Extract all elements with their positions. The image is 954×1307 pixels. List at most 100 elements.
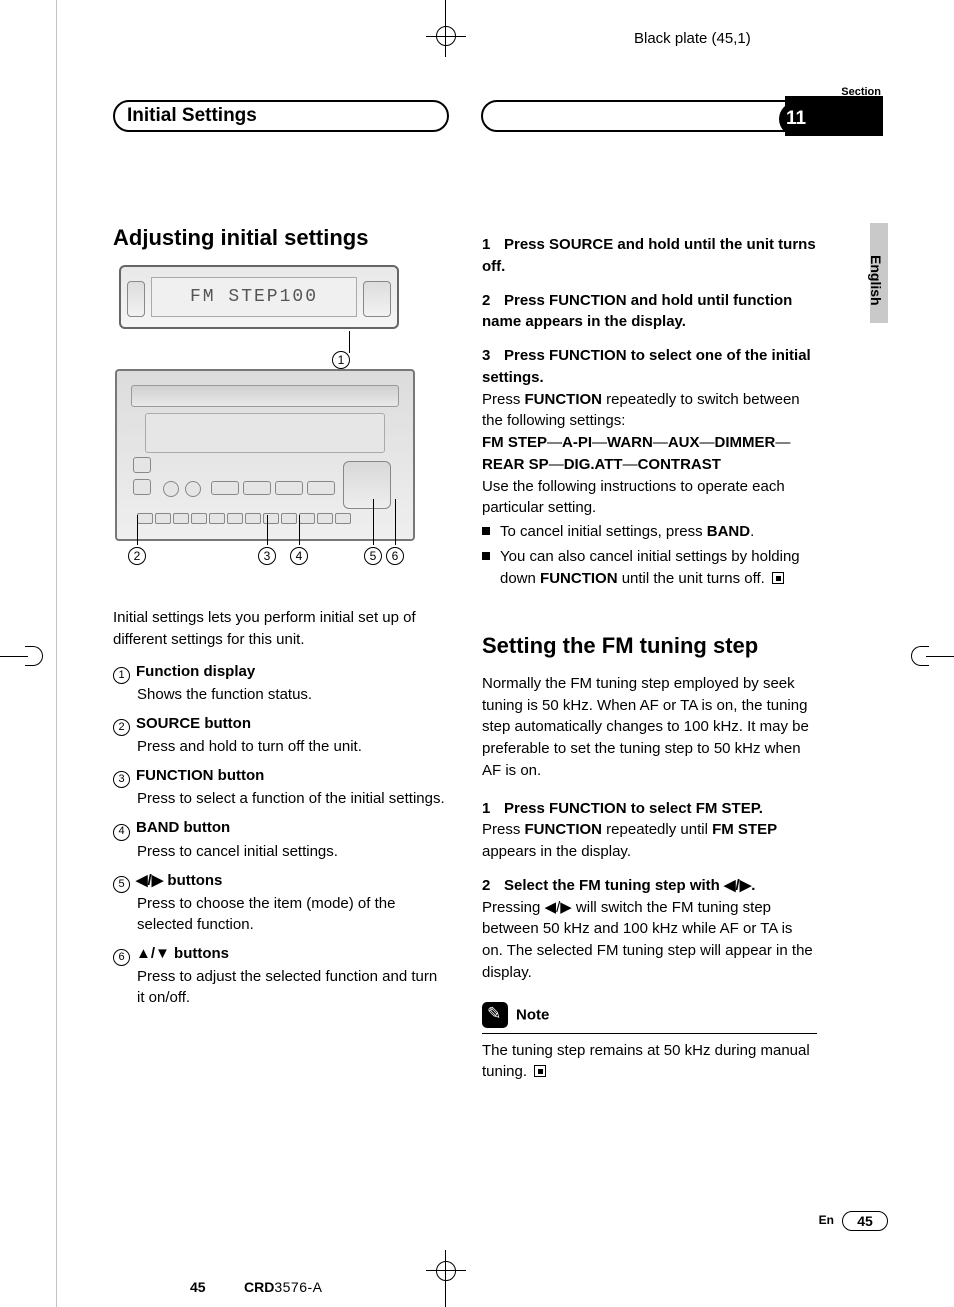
step-head: Press FUNCTION and hold until function n…: [482, 292, 792, 331]
step-num: 1: [482, 234, 504, 256]
fm-step-1: 1Press FUNCTION to select FM STEP. Press…: [482, 798, 817, 863]
unit-callouts: 2 3 4 5 6: [113, 545, 415, 585]
crop-mark: [926, 656, 954, 657]
registration-mark: [911, 646, 929, 666]
def-title: ◀/▶ buttons: [136, 872, 222, 889]
left-buttons-icon: [133, 457, 153, 501]
callout-6: 6: [386, 547, 404, 565]
step-num: 2: [482, 875, 504, 897]
def-num: 5: [113, 876, 130, 893]
step-head: Press SOURCE and hold until the unit tur…: [482, 236, 816, 275]
registration-mark: [25, 646, 43, 666]
step-head: Press FUNCTION to select FM STEP.: [504, 800, 763, 817]
lcd-readout: FM STEP100: [151, 277, 357, 317]
note-icon: [482, 1002, 508, 1028]
def-body: Press and hold to turn off the unit.: [137, 736, 448, 757]
def-title: FUNCTION button: [136, 767, 264, 784]
footer-model: CRD3576-A: [244, 1279, 323, 1295]
section-title: Initial Settings: [127, 105, 257, 127]
black-plate-label: Black plate (45,1): [634, 30, 751, 47]
def-title: SOURCE button: [136, 715, 251, 732]
def-num: 4: [113, 824, 130, 841]
step-2: 2Press FUNCTION and hold until function …: [482, 290, 817, 334]
footer-lang: En: [819, 1213, 834, 1227]
def-item: 2SOURCE button Press and hold to turn of…: [113, 713, 448, 757]
heading-adjusting: Adjusting initial settings: [113, 225, 448, 251]
callout-2: 2: [128, 547, 146, 565]
fm-step-2: 2Select the FM tuning step with ◀/▶. Pre…: [482, 875, 817, 984]
language-label: English: [868, 255, 884, 306]
unit-illustration-wrap: 2 3 4 5 6: [113, 369, 448, 541]
registration-mark: [436, 1261, 456, 1281]
callout-4: 4: [290, 547, 308, 565]
footer-page: 45: [857, 1213, 873, 1229]
callout-5: 5: [364, 547, 382, 565]
def-num: 3: [113, 771, 130, 788]
section-title-pill: Initial Settings: [113, 100, 449, 132]
step-body: Pressing ◀/▶ will switch the FM tuning s…: [482, 897, 817, 984]
knob-icon: [127, 281, 145, 317]
bullet-item: You can also cancel initial settings by …: [482, 546, 817, 591]
preset-buttons-icon: [137, 511, 393, 525]
unit-screen-icon: [145, 413, 385, 453]
divider: [482, 1033, 817, 1034]
step-num: 2: [482, 290, 504, 312]
definition-list: 1 Function display Shows the function sta…: [113, 661, 448, 1008]
def-body: Press to select a function of the initia…: [137, 788, 448, 809]
step-body: Press FUNCTION repeatedly to switch betw…: [482, 389, 817, 433]
def-item: 4 BAND button Press to cancel initial set…: [113, 817, 448, 861]
end-mark-icon: [534, 1065, 546, 1077]
crop-mark: [445, 17, 446, 57]
footer-page-oval: 45: [842, 1211, 888, 1231]
footer-left-page: 45: [190, 1279, 206, 1295]
def-item: 5 ◀/▶ buttons Press to choose the item (m…: [113, 870, 448, 935]
section-number-badge: 11: [779, 102, 813, 136]
crop-mark: [426, 1270, 466, 1271]
note-block: Note The tuning step remains at 50 kHz d…: [482, 1002, 817, 1084]
crop-mark: [426, 36, 466, 37]
settings-chain: FM STEP—A-PI—WARN—AUX—DIMMER—REAR SP—DIG…: [482, 432, 817, 476]
step-body: Press FUNCTION repeatedly until FM STEP …: [482, 819, 817, 863]
def-num: 6: [113, 949, 130, 966]
def-body: Press to adjust the selected function an…: [137, 966, 448, 1008]
def-title: ▲/▼ buttons: [136, 945, 229, 962]
section-number: 11: [786, 108, 806, 130]
def-body: Press to choose the item (mode) of the s…: [137, 893, 448, 935]
def-num: 1: [113, 667, 130, 684]
heading-fm-step: Setting the FM tuning step: [482, 633, 817, 659]
right-column: 1Press SOURCE and hold until the unit tu…: [482, 234, 817, 1083]
head-unit-illustration: [115, 369, 415, 541]
def-item: 6 ▲/▼ buttons Press to adjust the selecte…: [113, 943, 448, 1008]
step-body: Use the following instructions to operat…: [482, 476, 817, 520]
def-title: BAND button: [136, 819, 230, 836]
disc-slot-icon: [131, 385, 399, 407]
mid-buttons-icon: [163, 481, 339, 502]
note-body: The tuning step remains at 50 kHz during…: [482, 1040, 817, 1084]
def-item: 1 Function display Shows the function sta…: [113, 661, 448, 705]
def-title: Function display: [136, 663, 255, 680]
step-3: 3Press FUNCTION to select one of the ini…: [482, 345, 817, 591]
section-header: Initial Settings Section 11: [113, 94, 888, 138]
margin-line: [56, 0, 57, 1307]
crop-mark: [445, 1250, 446, 1290]
fm-intro: Normally the FM tuning step employed by …: [482, 673, 817, 782]
step-1: 1Press SOURCE and hold until the unit tu…: [482, 234, 817, 278]
callout-line: [349, 331, 350, 353]
dpad-icon: [343, 461, 391, 509]
knob-icon: [363, 281, 391, 317]
step-num: 1: [482, 798, 504, 820]
crop-mark: [0, 656, 28, 657]
def-item: 3 FUNCTION button Press to select a funct…: [113, 765, 448, 809]
note-label: Note: [516, 1006, 549, 1023]
bullet-item: To cancel initial settings, press BAND.: [482, 521, 817, 544]
step-head: Select the FM tuning step with ◀/▶.: [504, 877, 755, 894]
display-illustration: FM STEP100: [119, 265, 399, 329]
callout-1: 1: [332, 351, 350, 369]
def-body: Press to cancel initial settings.: [137, 841, 448, 862]
def-body: Shows the function status.: [137, 684, 448, 705]
bullet-icon: [482, 527, 490, 535]
left-column: Adjusting initial settings FM STEP100 1: [113, 225, 448, 1016]
bullet-icon: [482, 552, 490, 560]
display-illustration-wrap: FM STEP100 1: [113, 265, 448, 329]
intro-text: Initial settings lets you perform initia…: [113, 607, 448, 651]
